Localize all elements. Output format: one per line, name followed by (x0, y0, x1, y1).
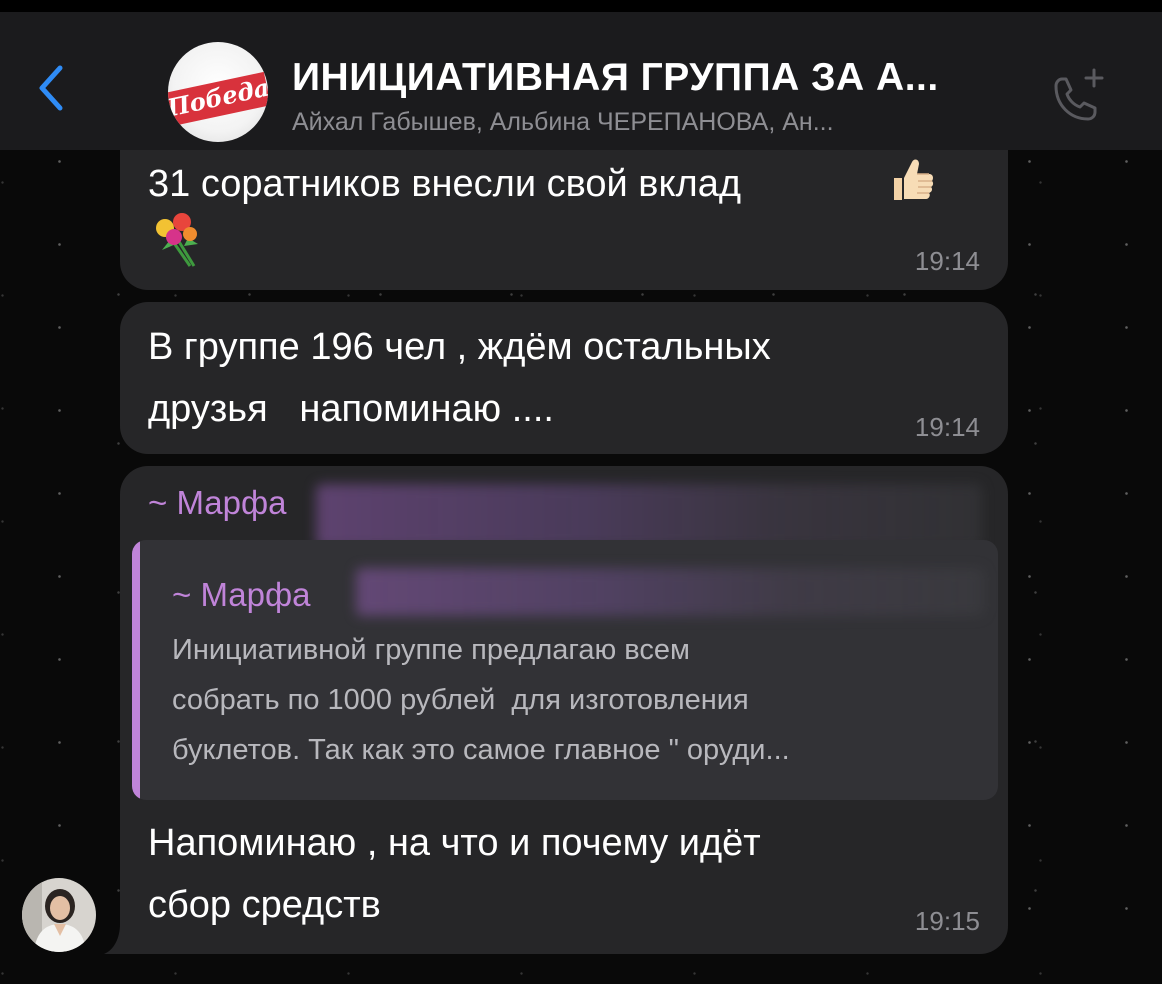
message-text-line: В группе 196 чел , ждём остальных (148, 326, 771, 368)
bouquet-icon (156, 213, 198, 267)
avatar-photo (22, 878, 96, 952)
redacted-name (356, 568, 984, 616)
redacted-name (316, 484, 982, 548)
quote-text-line: Инициативной группе предлагаю всем (172, 634, 690, 666)
message-time: 19:14 (914, 246, 980, 276)
message-text-line: друзья напоминаю .... (148, 388, 554, 430)
pobeda-logo-icon: Победа (168, 71, 268, 126)
message-bubble[interactable]: В группе 196 чел , ждём остальных друзья… (120, 302, 1008, 454)
message-text-line: Напоминаю , на что и почему идёт (148, 822, 761, 864)
group-avatar[interactable]: Победа (168, 42, 268, 142)
add-call-icon (1054, 68, 1104, 121)
bubble-tail (104, 924, 134, 954)
quote-text-line: буклетов. Так как это самое главное " ор… (172, 734, 790, 766)
chat-screen: Победа ИНИЦИАТИВНАЯ ГРУППА ЗА А... Айхал… (0, 0, 1162, 984)
sender-avatar[interactable] (22, 878, 96, 952)
chat-members[interactable]: Айхал Габышев, Альбина ЧЕРЕПАНОВА, Ан... (292, 108, 1032, 137)
back-button[interactable] (30, 58, 76, 118)
sender-name[interactable]: ~ Марфа (148, 484, 287, 522)
add-call-button[interactable] (1042, 64, 1112, 134)
message-text: 31 соратников внесли свой вклад (148, 163, 742, 205)
message-time: 19:15 (914, 906, 980, 936)
quote-accent-bar (132, 540, 140, 800)
quote-sender-name: ~ Марфа (172, 576, 311, 613)
chat-header: Победа ИНИЦИАТИВНАЯ ГРУППА ЗА А... Айхал… (0, 12, 1162, 150)
chevron-left-icon (39, 65, 63, 111)
message-text-line: сбор средств (148, 884, 381, 926)
status-bar (0, 0, 1162, 12)
thumbs-up-icon (894, 159, 934, 200)
message-bubble[interactable]: 31 соратников внесли свой вклад 19:14 (120, 150, 1008, 290)
quote-text-line: собрать по 1000 рублей для изготовления (172, 684, 749, 716)
chat-title[interactable]: ИНИЦИАТИВНАЯ ГРУППА ЗА А... (292, 56, 1032, 100)
message-time: 19:14 (914, 412, 980, 442)
